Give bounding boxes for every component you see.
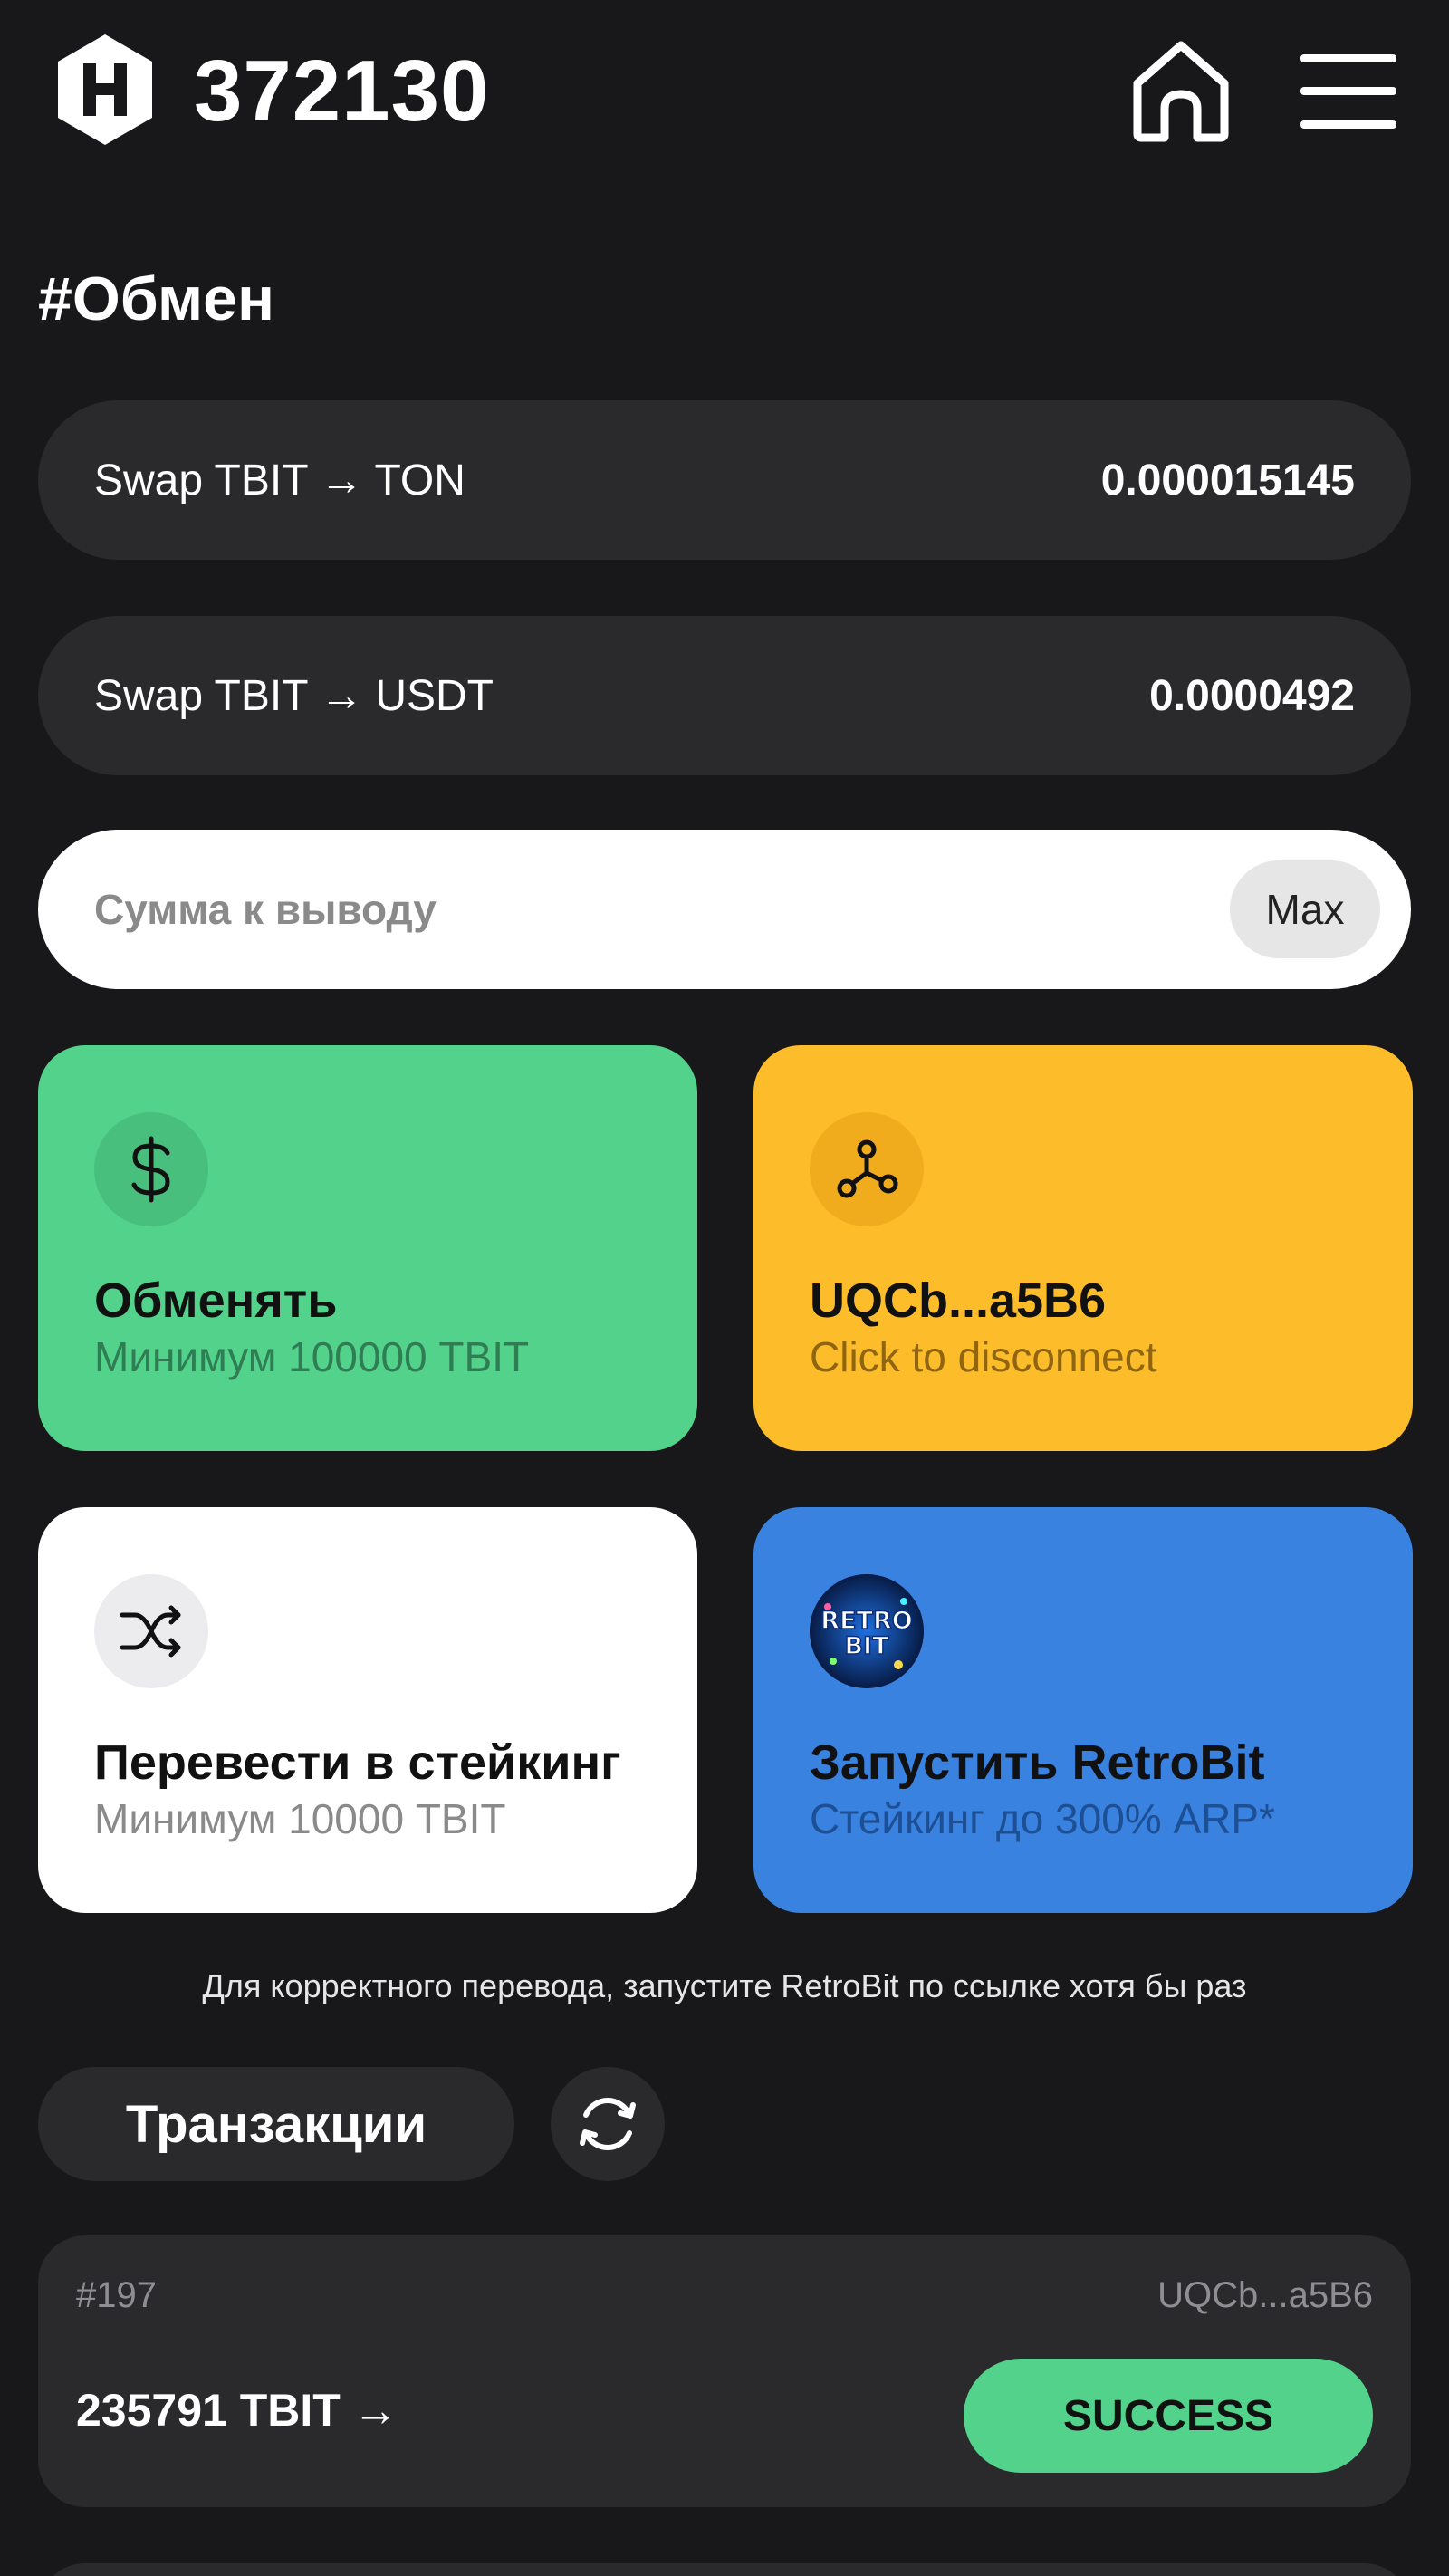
rate-value: 0.000015145 bbox=[1100, 456, 1355, 505]
transaction-address: UQCb...a5B6 bbox=[1157, 2275, 1373, 2315]
refresh-button[interactable] bbox=[551, 2067, 665, 2181]
tile-subtitle: Минимум 10000 TBIT bbox=[94, 1795, 506, 1842]
amount-field: Max bbox=[38, 830, 1411, 989]
rate-row-ton: Swap TBIT → TON 0.000015145 bbox=[38, 400, 1411, 560]
page-title: #Обмен bbox=[38, 264, 275, 333]
wallet-address: UQCb...a5B6 bbox=[810, 1274, 1107, 1328]
staking-transfer-button[interactable]: Перевести в стейкинг Минимум 10000 TBIT bbox=[38, 1507, 697, 1913]
tile-title: Обменять bbox=[94, 1274, 338, 1328]
rate-label: Swap TBIT → USDT bbox=[94, 671, 494, 720]
transaction-id: #197 bbox=[76, 2275, 157, 2315]
rate-label: Swap TBIT → TON bbox=[94, 456, 465, 505]
status-badge: SUCCESS bbox=[964, 2359, 1373, 2473]
launch-retrobit-button[interactable]: RETRO BIT Запустить RetroBit Стейкинг до… bbox=[753, 1507, 1413, 1913]
svg-text:RETRO: RETRO bbox=[820, 1607, 912, 1635]
transactions-tab[interactable]: Транзакции bbox=[38, 2067, 514, 2181]
wallet-disconnect-button[interactable]: UQCb...a5B6 Click to disconnect bbox=[753, 1045, 1413, 1451]
tile-subtitle: Стейкинг до 300% ARP* bbox=[810, 1795, 1275, 1842]
retrobit-logo: RETRO BIT bbox=[810, 1574, 924, 1688]
max-button[interactable]: Max bbox=[1230, 860, 1380, 958]
balance-value: 372130 bbox=[194, 43, 490, 139]
app-logo-icon bbox=[58, 34, 152, 145]
menu-icon[interactable] bbox=[1300, 51, 1396, 132]
transaction-amount: 235791 TBIT → bbox=[76, 2385, 398, 2436]
withdraw-amount-input[interactable] bbox=[94, 885, 1230, 934]
tile-title: Запустить RetroBit bbox=[810, 1735, 1265, 1790]
transaction-item[interactable] bbox=[38, 2563, 1411, 2576]
tile-title: Перевести в стейкинг bbox=[94, 1735, 621, 1790]
network-icon bbox=[810, 1112, 924, 1226]
tile-subtitle: Click to disconnect bbox=[810, 1333, 1157, 1380]
page: 372130 #Обмен Swap TBIT → TON 0.00001514… bbox=[0, 0, 1449, 2576]
transaction-item[interactable]: #197 UQCb...a5B6 235791 TBIT → SUCCESS bbox=[38, 2235, 1411, 2507]
home-icon[interactable] bbox=[1130, 38, 1232, 143]
rate-value: 0.0000492 bbox=[1149, 671, 1355, 720]
notice-text: Для корректного перевода, запустите Retr… bbox=[202, 1967, 1247, 2004]
rate-row-usdt: Swap TBIT → USDT 0.0000492 bbox=[38, 616, 1411, 775]
refresh-icon bbox=[580, 2098, 636, 2150]
exchange-button[interactable]: Обменять Минимум 100000 TBIT bbox=[38, 1045, 697, 1451]
tile-subtitle: Минимум 100000 TBIT bbox=[94, 1333, 530, 1380]
dollar-icon bbox=[94, 1112, 208, 1226]
svg-text:BIT: BIT bbox=[844, 1632, 889, 1660]
shuffle-icon bbox=[94, 1574, 208, 1688]
header: 372130 bbox=[0, 0, 1449, 181]
